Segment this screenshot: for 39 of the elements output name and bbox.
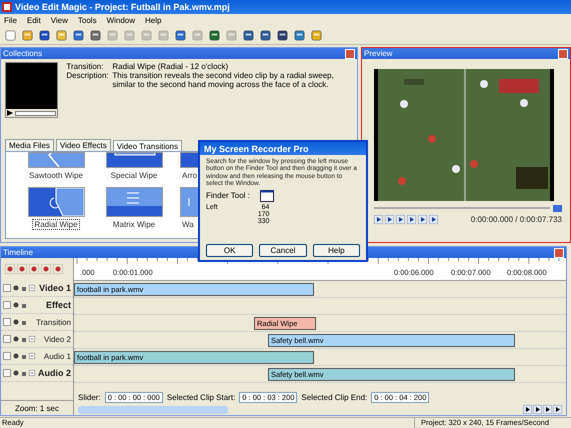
time-display: 0:00:00.000 / 0:00:07.733 [470, 215, 562, 224]
track-label: Audio 1 [44, 352, 71, 360]
field-label: Selected Clip Start: [166, 393, 236, 402]
transition-description: This transition reveals the second video clip by a radial sweep, similar to the second hand moving across the face of a clock. [112, 71, 335, 89]
menu-item[interactable]: Help [145, 16, 162, 24]
transition-label[interactable]: Sawtooth Wipe [27, 170, 85, 181]
field-label: Selected Clip End: [301, 393, 368, 402]
track-label: Effect [46, 300, 71, 310]
transition-label[interactable]: Wa [180, 219, 196, 230]
field-label: Finder Tool : [206, 191, 250, 200]
panel-title: Timeline [3, 248, 33, 257]
transition-label[interactable]: Matrix Wipe [110, 219, 158, 230]
menu-item[interactable]: Edit [26, 16, 41, 24]
zoom-label: Zoom: 1 sec [14, 404, 59, 412]
dialog-button[interactable]: Help [312, 244, 360, 257]
dialog-button[interactable]: OK [206, 244, 254, 257]
transition-label[interactable]: Arro [180, 170, 200, 181]
transition-label[interactable]: Radial Wipe [32, 219, 80, 230]
transition-name: Radial Wipe (Radial - 12 o'clock) [112, 62, 230, 71]
transition-label[interactable]: Special Wipe [108, 170, 160, 181]
track-label: Transition [36, 318, 71, 326]
field-label: Slider: [78, 393, 101, 402]
menu-item[interactable]: View [50, 16, 68, 24]
menu-item[interactable]: Tools [78, 16, 97, 24]
track-label: Video 1 [39, 283, 71, 293]
tab[interactable]: Video Transitions [112, 140, 182, 152]
field-label: Transition: [66, 62, 104, 71]
panel-title: Preview [364, 49, 392, 58]
tab[interactable]: Video Effects [56, 139, 111, 151]
dialog-title: My Screen Recorder Pro [204, 144, 309, 154]
tab[interactable]: Media Files [5, 139, 54, 151]
window-title: Video Edit Magic - Project: Futball in Pak.wmv.mpj [15, 2, 230, 12]
menu-item[interactable]: File [4, 16, 17, 24]
dialog-button[interactable]: Cancel [259, 244, 307, 257]
track-label: Video 2 [44, 334, 71, 344]
field-label: Description: [66, 71, 110, 82]
menu-item[interactable]: Window [106, 16, 136, 24]
panel-title: Collections [3, 49, 42, 58]
track-label: Audio 2 [38, 368, 71, 378]
